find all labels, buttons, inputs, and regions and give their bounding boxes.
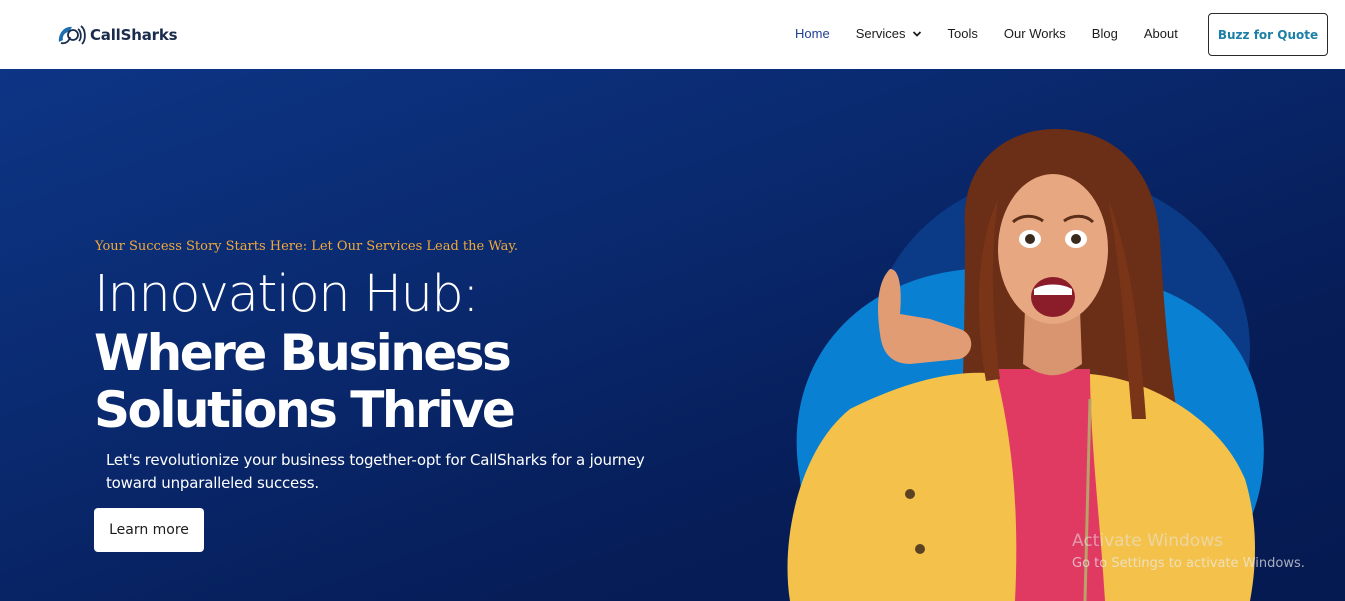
- hero-headline-bold-line-1: Where Business: [94, 324, 512, 382]
- nav-our-works[interactable]: Our Works: [1004, 26, 1066, 41]
- logo-icon: [58, 25, 86, 45]
- learn-more-button[interactable]: Learn more: [94, 508, 204, 552]
- hero-description: Let's revolutionize your business togeth…: [106, 451, 645, 492]
- windows-watermark-subtitle: Go to Settings to activate Windows.: [1072, 556, 1305, 571]
- nav-tools[interactable]: Tools: [948, 26, 978, 41]
- hero-headline-bold-line-2: Solutions Thrive: [94, 381, 516, 439]
- logo-text: CallSharks: [90, 26, 178, 44]
- windows-watermark-title: Activate Windows: [1072, 531, 1223, 551]
- nav-services[interactable]: Services: [856, 26, 922, 41]
- logo[interactable]: CallSharks: [55, 22, 178, 48]
- hero-headline-light: Innovation Hub:: [94, 265, 479, 324]
- buzz-for-quote-button[interactable]: Buzz for Quote: [1208, 13, 1328, 56]
- main-nav: Home Services Tools Our Works Blog About: [795, 26, 1178, 41]
- mouth: [1031, 277, 1075, 317]
- hero-illustration: [787, 129, 1264, 601]
- nav-services-label: Services: [855, 26, 906, 41]
- nav-blog[interactable]: Blog: [1092, 26, 1118, 41]
- site-header: CallSharks Home Services Tools Our Works…: [0, 0, 1345, 69]
- nav-home[interactable]: Home: [795, 26, 830, 41]
- nav-about[interactable]: About: [1144, 26, 1178, 41]
- chevron-down-icon: [912, 30, 921, 37]
- hero-section: Your Success Story Starts Here: Let Our …: [0, 69, 1345, 601]
- hero-tagline: Your Success Story Starts Here: Let Our …: [95, 239, 519, 254]
